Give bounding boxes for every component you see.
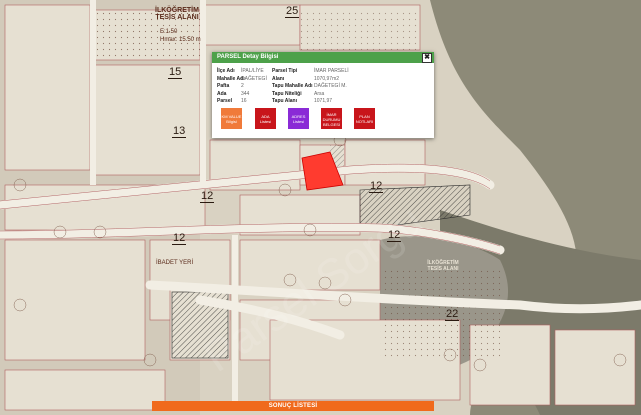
results-list-bar[interactable]: SONUÇ LİSTESİ xyxy=(152,401,434,411)
popup-title: PARSEL Detay Bilgisi xyxy=(217,54,279,60)
road-number-15: 15 xyxy=(168,66,183,79)
info-value: Arsa xyxy=(314,90,325,97)
button-label: Bilgisi xyxy=(226,119,237,124)
info-value: İMAR PARSELİ xyxy=(314,68,349,74)
info-row: Ada 344 xyxy=(217,90,250,97)
info-row: Tapu Alanı 1071,97 xyxy=(272,99,332,104)
info-row: Parsel 16 xyxy=(217,99,247,104)
info-row: Alanı 1070,97m2 xyxy=(272,75,340,82)
ibadet-yeri-label: İBADET YERİ xyxy=(156,260,194,266)
parcel-detail-popup: PARSEL Detay Bilgisi ✖ İlçe Adı İPAL/LİYE… xyxy=(212,52,434,138)
info-value: DAĞETEGİ M. xyxy=(314,83,347,89)
info-row: Tapu Niteliği Arsa xyxy=(272,90,325,97)
label-line: TESİS ALANI xyxy=(155,14,199,21)
top-school-label: İLKÖĞRETİM TESİS ALANI xyxy=(152,7,202,21)
info-row: Tapu Mahalle AdıDAĞETEGİ M. xyxy=(272,84,347,89)
info-label: İlçe Adı xyxy=(217,68,235,74)
info-row: Mahalle AdıDAĞETEGİ xyxy=(217,75,267,82)
close-icon[interactable]: ✖ xyxy=(422,53,432,63)
road-number-12: 12 xyxy=(369,180,384,193)
info-value: 1070,97m2 xyxy=(314,75,340,82)
info-label: Tapu Alanı xyxy=(272,98,297,104)
info-value: 16 xyxy=(241,98,247,104)
info-row: İlçe Adı İPAL/LİYE xyxy=(217,69,264,74)
button-label: BELGESİ xyxy=(322,121,341,127)
road-number-25: 25 xyxy=(285,5,300,18)
info-value: 2 xyxy=(241,83,244,89)
button-label: NOTLARI xyxy=(355,119,374,124)
popup-action-button[interactable]: ADA Listesi xyxy=(255,108,276,129)
popup-action-button[interactable]: KM VALUE Bilgisi xyxy=(221,108,242,129)
button-label: Listesi xyxy=(292,119,305,124)
road-number-13: 13 xyxy=(172,125,187,138)
info-label: Mahalle Adı xyxy=(217,75,245,82)
button-label: Listesi xyxy=(259,119,272,124)
road-number-12: 12 xyxy=(200,190,215,203)
info-label: Parsel Tipi xyxy=(272,68,298,74)
popup-header: PARSEL Detay Bilgisi ✖ xyxy=(212,52,434,63)
top-school-e: E:1.50 xyxy=(160,29,178,35)
info-value: DAĞETEGİ xyxy=(241,75,267,82)
info-row: Pafta 2 xyxy=(217,84,244,89)
popup-action-button[interactable]: İMAR DURUMU BELGESİ xyxy=(321,108,342,129)
popup-action-button[interactable]: ADRES Listesi xyxy=(288,108,309,129)
info-label: Tapu Mahalle Adı xyxy=(272,83,313,89)
popup-action-button[interactable]: PLAN NOTLARI xyxy=(354,108,375,129)
button-label: İMAR DURUMU xyxy=(322,111,341,122)
info-label: Parsel xyxy=(217,98,233,104)
info-value: 1071,97 xyxy=(314,98,333,104)
info-label: Tapu Niteliği xyxy=(272,90,302,97)
road-number-22: 22 xyxy=(445,308,460,321)
info-value: İPAL/LİYE xyxy=(241,68,264,74)
label-line: TESİS ALANI xyxy=(427,266,459,272)
road-number-12: 12 xyxy=(387,229,402,242)
info-label: Alanı xyxy=(272,75,285,82)
label-line: İLKÖĞRETİM xyxy=(155,7,199,14)
top-school-hmax: Hmax: 15.50 m xyxy=(160,37,201,43)
info-label: Ada xyxy=(217,90,227,97)
info-row: Parsel Tipi İMAR PARSELİ xyxy=(272,69,349,74)
lower-school-label: İLKÖĞRETİM TESİS ALANI xyxy=(423,260,463,272)
info-label: Pafta xyxy=(217,83,230,89)
info-value: 344 xyxy=(241,90,250,97)
road-number-12: 12 xyxy=(172,232,187,245)
